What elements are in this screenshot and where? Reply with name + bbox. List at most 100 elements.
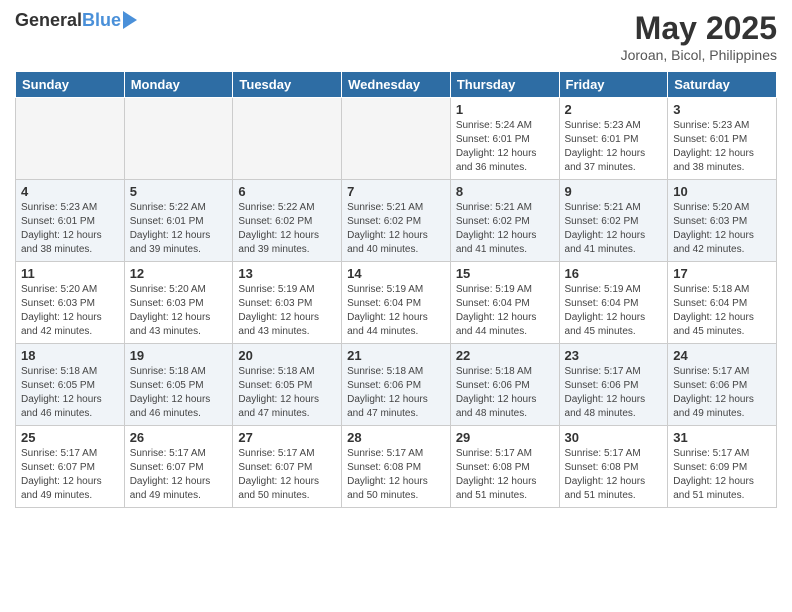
day-info: Sunrise: 5:17 AM Sunset: 6:08 PM Dayligh… [565, 447, 663, 503]
day-info: Sunrise: 5:17 AM Sunset: 6:06 PM Dayligh… [565, 365, 663, 421]
table-row: 16 Sunrise: 5:19 AM Sunset: 6:04 PM Dayli… [559, 262, 668, 344]
table-row: 18Sunrise: 5:18 AM Sunset: 6:05 PM Dayli… [16, 344, 125, 426]
day-number: 3 [673, 102, 771, 117]
day-number: 14 [347, 266, 445, 281]
day-number: 5 [130, 184, 228, 199]
day-number: 6 [238, 184, 336, 199]
table-row: 2 Sunrise: 5:23 AM Sunset: 6:01 PM Daylig… [559, 98, 668, 180]
table-row: 11Sunrise: 5:20 AM Sunset: 6:03 PM Dayli… [16, 262, 125, 344]
table-row: 21Sunrise: 5:18 AM Sunset: 6:06 PM Dayli… [342, 344, 451, 426]
day-number: 22 [456, 348, 554, 363]
header-tuesday: Tuesday [233, 72, 342, 98]
table-row: 25Sunrise: 5:17 AM Sunset: 6:07 PM Dayli… [16, 426, 125, 508]
day-number: 27 [238, 430, 336, 445]
day-number: 11 [21, 266, 119, 281]
logo-general-text: General [15, 10, 82, 31]
table-row: 20Sunrise: 5:18 AM Sunset: 6:05 PM Dayli… [233, 344, 342, 426]
day-info: Sunrise: 5:19 AM Sunset: 6:04 PM Dayligh… [456, 283, 554, 339]
day-number: 23 [565, 348, 663, 363]
logo: General Blue [15, 10, 137, 31]
day-info: Sunrise: 5:23 AM Sunset: 6:01 PM Dayligh… [565, 119, 663, 175]
day-info: Sunrise: 5:22 AM Sunset: 6:01 PM Dayligh… [130, 201, 228, 257]
day-info: Sunrise: 5:18 AM Sunset: 6:05 PM Dayligh… [238, 365, 336, 421]
day-info: Sunrise: 5:24 AM Sunset: 6:01 PM Dayligh… [456, 119, 554, 175]
day-number: 21 [347, 348, 445, 363]
logo-blue-text: Blue [82, 10, 121, 31]
table-row: 26 Sunrise: 5:17 AM Sunset: 6:07 PM Dayli… [124, 426, 233, 508]
calendar-table: Sunday Monday Tuesday Wednesday Thursday… [15, 71, 777, 508]
day-number: 28 [347, 430, 445, 445]
header-friday: Friday [559, 72, 668, 98]
day-number: 10 [673, 184, 771, 199]
day-info: Sunrise: 5:18 AM Sunset: 6:06 PM Dayligh… [456, 365, 554, 421]
day-info: Sunrise: 5:23 AM Sunset: 6:01 PM Dayligh… [673, 119, 771, 175]
day-number: 2 [565, 102, 663, 117]
day-number: 24 [673, 348, 771, 363]
day-info: Sunrise: 5:18 AM Sunset: 6:04 PM Dayligh… [673, 283, 771, 339]
table-row: 17 Sunrise: 5:18 AM Sunset: 6:04 PM Dayli… [668, 262, 777, 344]
calendar-header-row: Sunday Monday Tuesday Wednesday Thursday… [16, 72, 777, 98]
calendar-week-row: 25 Sunrise: 5:17 AM Sunset: 6:07 PM Dayli… [16, 426, 777, 508]
month-title: May 2025 [621, 10, 777, 47]
table-row: 8Sunrise: 5:21 AM Sunset: 6:02 PM Daylig… [450, 180, 559, 262]
calendar-week-row: 1 Sunrise: 5:24 AM Sunset: 6:01 PM Daylig… [16, 98, 777, 180]
day-info: Sunrise: 5:21 AM Sunset: 6:02 PM Dayligh… [347, 201, 445, 257]
table-row: 23 Sunrise: 5:17 AM Sunset: 6:06 PM Dayli… [559, 344, 668, 426]
day-info: Sunrise: 5:22 AM Sunset: 6:02 PM Dayligh… [238, 201, 336, 257]
table-row: 31 Sunrise: 5:17 AM Sunset: 6:09 PM Dayli… [668, 426, 777, 508]
title-block: May 2025 Joroan, Bicol, Philippines [621, 10, 777, 63]
header-thursday: Thursday [450, 72, 559, 98]
table-row [233, 98, 342, 180]
day-info: Sunrise: 5:20 AM Sunset: 6:03 PM Dayligh… [673, 201, 771, 257]
table-row: 15 Sunrise: 5:19 AM Sunset: 6:04 PM Dayli… [450, 262, 559, 344]
day-info: Sunrise: 5:17 AM Sunset: 6:07 PM Dayligh… [130, 447, 228, 503]
day-info: Sunrise: 5:19 AM Sunset: 6:03 PM Dayligh… [238, 283, 336, 339]
location-text: Joroan, Bicol, Philippines [621, 47, 777, 63]
day-number: 9 [565, 184, 663, 199]
table-row: 10 Sunrise: 5:20 AM Sunset: 6:03 PM Dayli… [668, 180, 777, 262]
day-number: 31 [673, 430, 771, 445]
table-row: 4 Sunrise: 5:23 AM Sunset: 6:01 PM Daylig… [16, 180, 125, 262]
day-info: Sunrise: 5:19 AM Sunset: 6:04 PM Dayligh… [565, 283, 663, 339]
day-info: Sunrise: 5:18 AM Sunset: 6:05 PM Dayligh… [130, 365, 228, 421]
calendar-week-row: 18Sunrise: 5:18 AM Sunset: 6:05 PM Dayli… [16, 344, 777, 426]
day-info: Sunrise: 5:17 AM Sunset: 6:07 PM Dayligh… [238, 447, 336, 503]
table-row [342, 98, 451, 180]
day-number: 4 [21, 184, 119, 199]
day-number: 15 [456, 266, 554, 281]
day-info: Sunrise: 5:17 AM Sunset: 6:08 PM Dayligh… [347, 447, 445, 503]
table-row [124, 98, 233, 180]
day-number: 26 [130, 430, 228, 445]
table-row: 28 Sunrise: 5:17 AM Sunset: 6:08 PM Dayli… [342, 426, 451, 508]
table-row: 9 Sunrise: 5:21 AM Sunset: 6:02 PM Daylig… [559, 180, 668, 262]
header-saturday: Saturday [668, 72, 777, 98]
day-number: 16 [565, 266, 663, 281]
table-row: 6 Sunrise: 5:22 AM Sunset: 6:02 PM Daylig… [233, 180, 342, 262]
calendar-week-row: 4 Sunrise: 5:23 AM Sunset: 6:01 PM Daylig… [16, 180, 777, 262]
table-row: 5 Sunrise: 5:22 AM Sunset: 6:01 PM Daylig… [124, 180, 233, 262]
table-row: 1 Sunrise: 5:24 AM Sunset: 6:01 PM Daylig… [450, 98, 559, 180]
table-row [16, 98, 125, 180]
table-row: 19Sunrise: 5:18 AM Sunset: 6:05 PM Dayli… [124, 344, 233, 426]
day-info: Sunrise: 5:17 AM Sunset: 6:09 PM Dayligh… [673, 447, 771, 503]
day-info: Sunrise: 5:21 AM Sunset: 6:02 PM Dayligh… [565, 201, 663, 257]
day-number: 13 [238, 266, 336, 281]
day-info: Sunrise: 5:17 AM Sunset: 6:08 PM Dayligh… [456, 447, 554, 503]
header-wednesday: Wednesday [342, 72, 451, 98]
day-info: Sunrise: 5:18 AM Sunset: 6:05 PM Dayligh… [21, 365, 119, 421]
calendar-week-row: 11 Sunrise: 5:20 AM Sunset: 6:03 PM Dayli… [16, 262, 777, 344]
table-row: 22 Sunrise: 5:18 AM Sunset: 6:06 PM Dayli… [450, 344, 559, 426]
day-info: Sunrise: 5:23 AM Sunset: 6:01 PM Dayligh… [21, 201, 119, 257]
day-info: Sunrise: 5:20 AM Sunset: 6:03 PM Dayligh… [130, 283, 228, 339]
day-number: 7 [347, 184, 445, 199]
table-row: 7 Sunrise: 5:21 AM Sunset: 6:02 PM Daylig… [342, 180, 451, 262]
day-number: 25 [21, 430, 119, 445]
day-number: 1 [456, 102, 554, 117]
day-number: 12 [130, 266, 228, 281]
table-row: 30 Sunrise: 5:17 AM Sunset: 6:08 PM Dayli… [559, 426, 668, 508]
day-number: 30 [565, 430, 663, 445]
table-row: 27 Sunrise: 5:17 AM Sunset: 6:07 PM Dayli… [233, 426, 342, 508]
day-number: 17 [673, 266, 771, 281]
table-row: 29Sunrise: 5:17 AM Sunset: 6:08 PM Dayli… [450, 426, 559, 508]
logo-arrow-icon [123, 11, 137, 29]
